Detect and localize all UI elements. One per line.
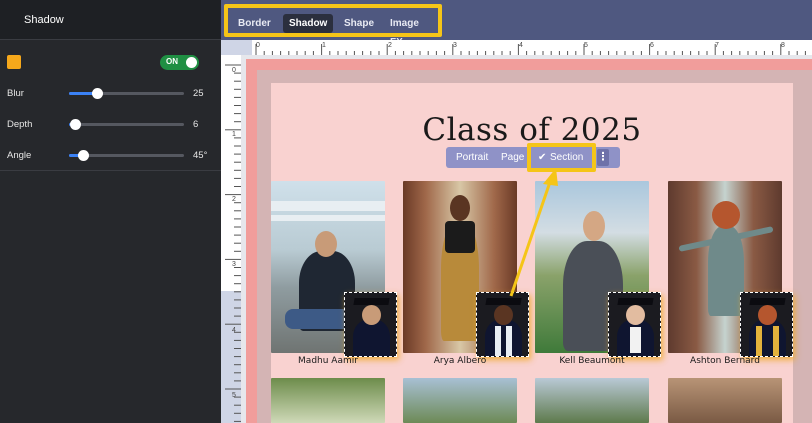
person-top [445, 221, 475, 253]
ruler-label: 5 [584, 42, 588, 49]
blur-slider-handle[interactable] [92, 88, 103, 99]
angle-slider[interactable] [69, 150, 184, 161]
vertical-ruler: 0 1 2 3 4 5 [221, 55, 241, 423]
person-head [450, 195, 470, 221]
ruler-label: 0 [232, 67, 236, 74]
depth-label: Depth [7, 119, 33, 130]
tab-image-fx[interactable]: Image FX [384, 14, 438, 48]
grad-cap-icon [617, 298, 654, 305]
panel-title: Shadow [24, 14, 64, 26]
effect-tabs: Border Shadow Shape Image FX [224, 4, 442, 48]
person-head [712, 201, 740, 229]
ruler-label: 4 [519, 42, 523, 49]
tab-border[interactable]: Border [232, 14, 277, 33]
blur-label: Blur [7, 88, 24, 99]
vertical-ruler-ticks [225, 64, 241, 422]
ruler-label: 1 [232, 131, 236, 138]
tab-shadow[interactable]: Shadow [283, 14, 334, 33]
shirt [630, 327, 641, 353]
horizontal-ruler-ticks [255, 44, 806, 55]
ruler-label: 6 [650, 42, 654, 49]
ruler-label: 4 [232, 327, 236, 334]
grad-portrait-inset[interactable] [608, 292, 661, 357]
grad-cap-icon [485, 298, 522, 305]
grad-portrait-inset[interactable] [476, 292, 529, 357]
depth-slider-handle[interactable] [70, 119, 81, 130]
angle-value: 45° [193, 150, 208, 161]
stole [773, 326, 779, 356]
angle-label: Angle [7, 150, 32, 161]
grad-cap-icon [749, 298, 786, 305]
portrait-head [362, 305, 381, 325]
ruler-label: 3 [453, 42, 457, 49]
student-name[interactable]: Ashton Bernard [665, 356, 785, 366]
student-name[interactable]: Kell Beaumont [532, 356, 652, 366]
stole [756, 326, 762, 356]
ruler-label: 1 [322, 42, 326, 49]
page-option[interactable]: Page [501, 147, 524, 168]
checkmark-icon: ✔ [538, 152, 547, 163]
panel-header: Shadow [0, 0, 221, 40]
shadow-color-swatch[interactable] [7, 55, 21, 69]
tab-shape[interactable]: Shape [338, 14, 380, 33]
person-head [583, 211, 605, 241]
toggle-knob [186, 57, 197, 68]
ruler-label: 7 [715, 42, 719, 49]
blur-slider[interactable] [69, 88, 184, 99]
grad-portrait-inset[interactable] [740, 292, 793, 357]
angle-slider-handle[interactable] [78, 150, 89, 161]
building-band [271, 201, 385, 211]
portrait-head [758, 305, 777, 325]
horizontal-ruler: 0 1 2 3 4 5 6 7 8 [221, 40, 812, 55]
ruler-label: 8 [781, 42, 785, 49]
toggle-label: ON [166, 57, 178, 66]
student-photo[interactable] [271, 378, 385, 423]
student-photo[interactable] [668, 378, 782, 423]
stole [495, 326, 501, 356]
student-name[interactable]: Madhu Aamir [268, 356, 388, 366]
section-option[interactable]: Section [550, 147, 583, 168]
depth-slider[interactable] [69, 119, 184, 130]
shadow-toggle[interactable]: ON [160, 55, 199, 70]
portrait-option[interactable]: Portrait [456, 147, 488, 168]
effects-toolbar: Border Shadow Shape Image FX [221, 0, 812, 48]
ruler-label: 2 [388, 42, 392, 49]
ruler-label: 2 [232, 196, 236, 203]
building-band [271, 215, 385, 221]
person-head [315, 231, 337, 257]
portrait-head [626, 305, 645, 325]
stole [506, 326, 512, 356]
portrait-head [494, 305, 513, 325]
student-photo[interactable] [403, 378, 517, 423]
ruler-label: 5 [232, 392, 236, 399]
grad-portrait-inset[interactable] [344, 292, 397, 357]
depth-value: 6 [193, 119, 199, 130]
grad-cap-icon [353, 298, 390, 305]
vertical-dots-icon[interactable]: ⋮ [597, 149, 609, 166]
student-name[interactable]: Arya Albero [400, 356, 520, 366]
panel-divider [0, 170, 221, 171]
student-photo[interactable] [535, 378, 649, 423]
ruler-label: 0 [256, 42, 260, 49]
shadow-settings-panel: Shadow ON Blur 25 Depth 6 Angle 45° [0, 0, 221, 423]
ruler-label: 3 [232, 261, 236, 268]
blur-value: 25 [193, 88, 204, 99]
